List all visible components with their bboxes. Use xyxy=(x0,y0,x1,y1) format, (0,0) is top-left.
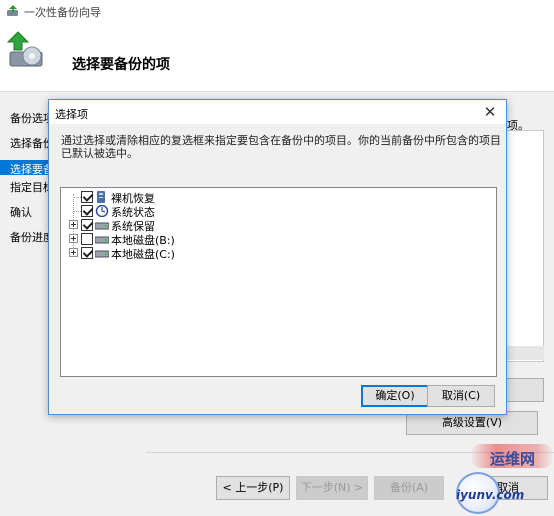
drive-icon xyxy=(95,250,109,258)
tree-item-local-disk-c[interactable]: 本地磁盘(C:) xyxy=(61,246,261,261)
wizard-header: 选择要备份的项 xyxy=(0,22,554,92)
system-reserved-checkbox[interactable] xyxy=(81,219,93,231)
drive-icon xyxy=(95,236,109,244)
background-scrollbar[interactable] xyxy=(504,346,544,360)
bare-metal-checkbox[interactable] xyxy=(81,191,93,203)
nav-item-confirm[interactable]: 确认 xyxy=(10,204,32,220)
tree-item-bare-metal[interactable]: 裸机恢复 xyxy=(61,190,261,205)
dialog-cancel-button[interactable]: 取消(C) xyxy=(427,385,495,407)
dialog-titlebar: 选择项 ✕ xyxy=(49,100,506,124)
bare-metal-icon xyxy=(97,191,105,203)
wizard-heading: 选择要备份的项 xyxy=(72,57,170,73)
expand-icon[interactable] xyxy=(69,248,78,257)
tree-item-system-state[interactable]: 系统状态 xyxy=(61,204,261,219)
close-icon[interactable]: ✕ xyxy=(479,102,501,122)
dialog-description: 通过选择或清除相应的复选框来指定要包含在备份中的项目。你的当前备份中所包含的项目… xyxy=(61,134,501,160)
select-items-dialog: 选择项 ✕ 通过选择或清除相应的复选框来指定要包含在备份中的项目。你的当前备份中… xyxy=(48,99,507,415)
system-state-icon xyxy=(95,205,109,217)
local-disk-c-checkbox[interactable] xyxy=(81,247,93,259)
watermark-text-bottom: iyunv.com xyxy=(456,488,525,502)
back-button[interactable]: < 上一步(P) xyxy=(216,476,290,500)
local-disk-b-checkbox[interactable] xyxy=(81,233,93,245)
tree-item-label: 本地磁盘(C:) xyxy=(111,248,175,261)
tree-item-system-reserved[interactable]: 系统保留 xyxy=(61,218,261,233)
ok-button[interactable]: 确定(O) xyxy=(361,385,429,407)
expand-icon[interactable] xyxy=(69,234,78,243)
backup-app-icon xyxy=(7,5,18,16)
expand-icon[interactable] xyxy=(69,220,78,229)
watermark-text-top: 运维网 xyxy=(490,450,536,468)
backup-button[interactable]: 备份(A) xyxy=(374,476,444,500)
backup-header-icon xyxy=(6,31,43,67)
wizard-title: 一次性备份向导 xyxy=(24,6,101,19)
wizard-titlebar: 一次性备份向导 xyxy=(0,0,554,22)
items-tree: 裸机恢复 系统状态 系统保留 本地磁盘(B:) 本地磁盘(C:) xyxy=(60,187,497,377)
next-button[interactable]: 下一步(N) > xyxy=(296,476,368,500)
system-state-checkbox[interactable] xyxy=(81,205,93,217)
tree-item-local-disk-b[interactable]: 本地磁盘(B:) xyxy=(61,232,261,247)
dialog-title: 选择项 xyxy=(55,108,88,121)
drive-icon xyxy=(95,222,109,230)
